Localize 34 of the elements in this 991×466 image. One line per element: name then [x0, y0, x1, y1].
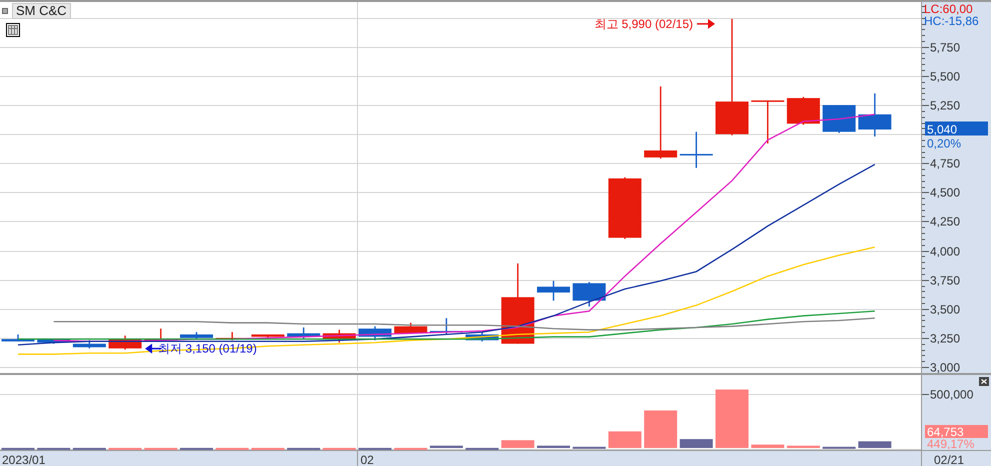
axis-label: 3,000 — [922, 360, 960, 374]
y-tick-label: 4,000 — [930, 244, 960, 258]
axis-label: 4,250 — [922, 214, 960, 228]
axis-label: 500,000 — [922, 388, 974, 402]
y-tick-label: 3,750 — [930, 274, 960, 288]
axis-label: 5,250 — [922, 98, 960, 112]
volume-tag: 64,753 — [925, 425, 988, 439]
chart-title: SM C&C — [12, 3, 71, 19]
axis-label: 4,750 — [922, 156, 960, 170]
axis-label: 4,500 — [922, 186, 960, 200]
y-tick-label: 4,500 — [930, 186, 960, 200]
indicator-label: LC:60,00 — [924, 2, 973, 16]
date-label: 02 — [360, 453, 374, 466]
y-tick-label: 3,500 — [930, 302, 960, 316]
y-tick-label: 4,250 — [930, 214, 960, 228]
axis-label: 3,250 — [922, 332, 960, 346]
change-label: 449,17% — [927, 437, 974, 451]
y-tick-label: 3,000 — [930, 360, 960, 374]
axis-label: 4,000 — [922, 244, 960, 258]
y-tick-label: 5,750 — [930, 40, 960, 54]
indicator-label: HC:-15,86 — [924, 14, 979, 28]
price-tag: 5,040 — [925, 122, 988, 136]
date-label: 02/21 — [934, 453, 964, 466]
axis-label: 5,500 — [922, 70, 960, 84]
y-tick-label: 5,250 — [930, 98, 960, 112]
y-tick-label: 3,250 — [930, 332, 960, 346]
y-tick-label: 5,500 — [930, 70, 960, 84]
high-price-annotation: 최고 5,990 (02/15) — [594, 16, 715, 31]
axis-label: 3,500 — [922, 302, 960, 316]
date-label: 2023/01 — [2, 453, 46, 466]
change-label: 0,20% — [927, 136, 962, 150]
y-tick-label: 4,750 — [930, 156, 960, 170]
axis-label: 5,750 — [922, 40, 960, 54]
axis-label: 3,750 — [922, 274, 960, 288]
